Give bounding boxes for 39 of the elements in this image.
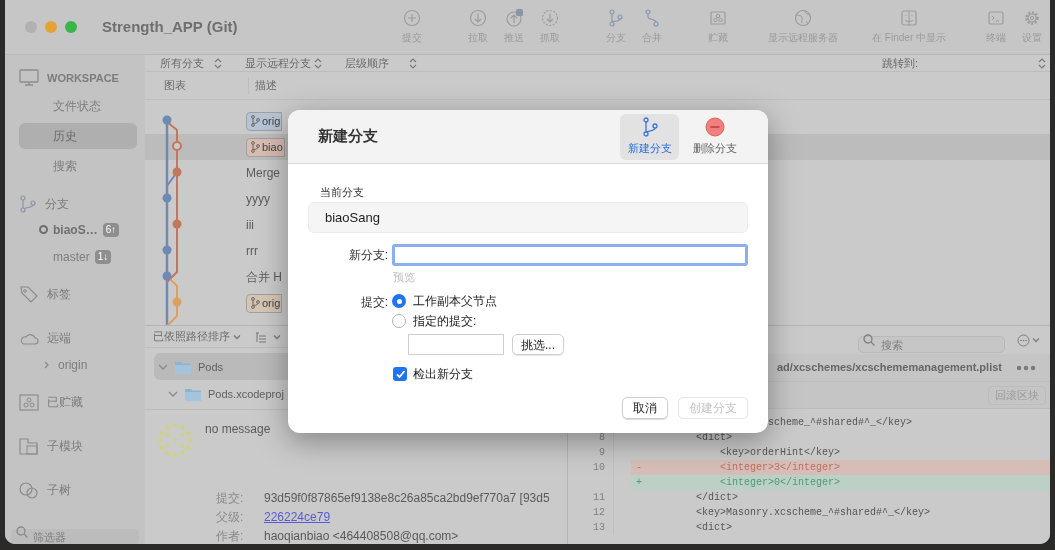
diff-marker: +: [635, 476, 643, 490]
branch-tag: orig: [246, 111, 283, 131]
dialog-title: 新建分支: [318, 126, 378, 147]
section-header: WORKSPACE: [47, 70, 119, 86]
line-number: 9: [599, 447, 605, 458]
count-badge: 6↑: [102, 222, 120, 237]
file-path: ad/xcschemes/xcschememanagement.plist: [777, 360, 1002, 376]
window-title: Strength_APP (Git): [102, 16, 239, 37]
code-line: <integer>0</integer>: [719, 476, 841, 490]
field-label: 提交:: [359, 294, 389, 309]
commit-message: no message: [205, 421, 271, 438]
code-line: <dict>: [695, 431, 732, 445]
diff-marker: -: [635, 461, 643, 475]
current-branch-field: biaoSang: [308, 201, 748, 233]
code-line: scheme_^#shared#^_</key>: [767, 416, 913, 430]
line-number: 11: [593, 492, 605, 503]
field-label: 新分支:: [347, 246, 389, 264]
section-header: 子树: [47, 482, 71, 499]
commit-message: Merge: [246, 165, 280, 182]
count-badge: 1↓: [94, 249, 112, 264]
code-line: </dict>: [695, 491, 738, 505]
section-header: 已贮藏: [47, 394, 83, 411]
preview-label: 预览: [393, 269, 416, 285]
branch-tag: orig: [246, 293, 283, 313]
section-header: 子模块: [47, 438, 83, 455]
line-number: 12: [593, 507, 605, 518]
code-line: <key>Masonry.xcscheme_^#shared#^_</key>: [695, 506, 931, 520]
line-number: 10: [593, 462, 605, 473]
field-label: 当前分支: [319, 185, 365, 200]
line-number: 13: [593, 522, 605, 533]
section-header: 分支: [45, 196, 69, 213]
branch-tag: biao: [246, 137, 285, 157]
code-line: <integer>3</integer>: [719, 461, 841, 475]
field-value: 93d59f0f87865ef9138e8c26a85ca2bd9ef770a7 [93d5: [264, 490, 550, 507]
field-value: haoqianbiao <464408508@qq.com>: [264, 528, 459, 544]
section-header: 远端: [47, 330, 71, 347]
section-header: 标签: [47, 286, 71, 303]
code-line: <dict>: [695, 521, 732, 535]
code-line: <key>orderHint</key>: [719, 446, 841, 460]
